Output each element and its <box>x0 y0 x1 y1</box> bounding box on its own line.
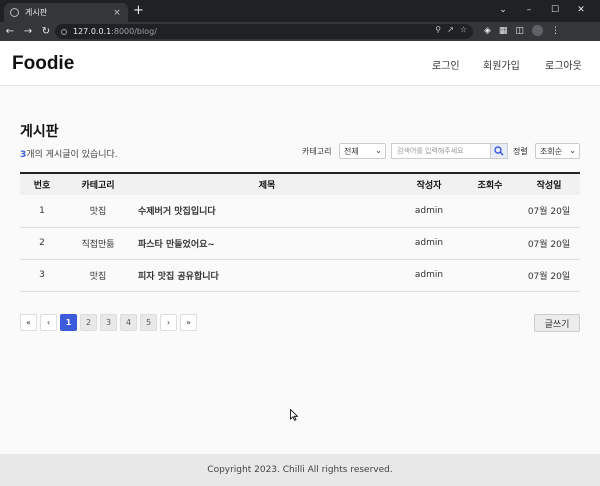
column-header: 번호 <box>20 172 64 195</box>
mouse-cursor-icon <box>290 409 298 421</box>
main-content: 게시판 3개의 게시글이 있습니다. 카테고리 전체 ⌄ 검색어를 입력해주세요… <box>0 86 600 454</box>
row-author: admin <box>396 259 462 292</box>
minimize-button[interactable]: – <box>516 2 542 18</box>
row-number: 2 <box>20 227 64 260</box>
bookmark-star-icon[interactable]: ☆ <box>460 25 467 34</box>
row-date: 07월 20일 <box>518 259 580 292</box>
row-number: 3 <box>20 259 64 292</box>
chevron-down-icon: ⌄ <box>375 146 382 155</box>
maximize-button[interactable]: ☐ <box>542 2 568 18</box>
sort-select[interactable]: 조회순 ⌄ <box>535 143 580 159</box>
close-window-button[interactable]: ✕ <box>568 2 594 18</box>
page-title: 게시판 <box>20 124 59 140</box>
browser-tab[interactable]: 게시판 × <box>4 3 128 22</box>
nav-login-link[interactable]: 로그인 <box>432 57 460 72</box>
post-title-link[interactable]: 수제버거 맛집입니다 <box>132 195 396 228</box>
row-author: admin <box>396 227 462 260</box>
row-views <box>462 195 518 228</box>
row-category: 맛집 <box>64 259 132 292</box>
copyright-text: Copyright 2023. Chilli All rights reserv… <box>207 465 393 475</box>
globe-icon <box>10 8 19 17</box>
row-date: 07월 20일 <box>518 195 580 228</box>
search-button[interactable] <box>490 143 508 159</box>
share-icon[interactable]: ↗ <box>447 25 454 34</box>
nav-signup-link[interactable]: 회원가입 <box>483 57 520 72</box>
category-label: 카테고리 <box>302 147 332 156</box>
sidebar-icon[interactable]: ◫ <box>515 26 524 36</box>
first-page-button[interactable]: « <box>20 314 37 331</box>
new-tab-button[interactable]: + <box>133 4 144 18</box>
back-arrow-icon[interactable]: ← <box>2 26 18 37</box>
table-row[interactable]: 2 직접만듦 파스타 만들었어요~ admin 07월 20일 <box>20 227 580 260</box>
tab-search-icon[interactable]: ⌄ <box>490 2 516 18</box>
post-title-link[interactable]: 파스타 만들었어요~ <box>132 227 396 260</box>
zoom-icon[interactable]: ⚲ <box>435 25 441 34</box>
extension-icon[interactable]: ◈ <box>484 26 491 36</box>
page-5-button[interactable]: 5 <box>140 314 157 331</box>
post-count: 3개의 게시글이 있습니다. <box>20 150 118 160</box>
tab-title: 게시판 <box>25 8 48 17</box>
sort-label: 정렬 <box>513 147 528 156</box>
puzzle-icon[interactable]: ▦ <box>499 26 508 36</box>
window-controls: ⌄ – ☐ ✕ <box>490 2 594 18</box>
row-category: 맛집 <box>64 195 132 228</box>
column-header: 제목 <box>132 172 396 195</box>
column-header: 작성일 <box>518 172 580 195</box>
profile-avatar[interactable] <box>531 25 543 36</box>
forward-arrow-icon[interactable]: → <box>20 26 36 37</box>
prev-page-button[interactable]: ‹ <box>40 314 57 331</box>
browser-toolbar: ← → ↻ 127.0.0.1:8000/blog/ ⚲ ↗ ☆ ◈ ▦ ◫ ⋮ <box>0 22 600 41</box>
site-logo[interactable]: Foodie <box>12 53 74 75</box>
row-author: admin <box>396 195 462 228</box>
category-select[interactable]: 전체 ⌄ <box>339 143 386 159</box>
table-row[interactable]: 1 맛집 수제버거 맛집입니다 admin 07월 20일 <box>20 195 580 228</box>
close-tab-icon[interactable]: × <box>112 8 122 18</box>
pagination: « ‹ 1 2 3 4 5 › » <box>20 314 197 331</box>
browser-tab-bar: 게시판 × + ⌄ – ☐ ✕ <box>0 0 600 22</box>
chevron-down-icon: ⌄ <box>569 146 576 155</box>
address-bar[interactable]: 127.0.0.1:8000/blog/ ⚲ ↗ ☆ <box>55 24 473 39</box>
menu-dots-icon[interactable]: ⋮ <box>551 26 560 36</box>
post-title-link[interactable]: 피자 맛집 공유합니다 <box>132 259 396 292</box>
site-footer: Copyright 2023. Chilli All rights reserv… <box>0 454 600 486</box>
row-number: 1 <box>20 195 64 228</box>
page-4-button[interactable]: 4 <box>120 314 137 331</box>
url-text: 127.0.0.1:8000/blog/ <box>73 27 157 36</box>
site-header: Foodie 로그인 회원가입 로그아웃 <box>0 41 600 86</box>
write-post-button[interactable]: 글쓰기 <box>534 314 580 332</box>
row-date: 07월 20일 <box>518 227 580 260</box>
search-input[interactable]: 검색어를 입력해주세요 <box>391 143 490 159</box>
site-info-icon[interactable] <box>61 28 67 35</box>
page-1-button[interactable]: 1 <box>60 314 77 331</box>
reload-icon[interactable]: ↻ <box>38 26 54 37</box>
column-header: 카테고리 <box>64 172 132 195</box>
page-2-button[interactable]: 2 <box>80 314 97 331</box>
row-views <box>462 259 518 292</box>
page-3-button[interactable]: 3 <box>100 314 117 331</box>
next-page-button[interactable]: › <box>160 314 177 331</box>
table-row[interactable]: 3 맛집 피자 맛집 공유합니다 admin 07월 20일 <box>20 259 580 292</box>
last-page-button[interactable]: » <box>180 314 197 331</box>
row-category: 직접만듦 <box>64 227 132 260</box>
search-icon <box>494 146 504 156</box>
table-header-row: 번호 카테고리 제목 작성자 조회수 작성일 <box>20 172 580 195</box>
nav-logout-link[interactable]: 로그아웃 <box>545 57 582 72</box>
post-table: 번호 카테고리 제목 작성자 조회수 작성일 1 맛집 수제버거 맛집입니다 a… <box>20 172 580 292</box>
column-header: 작성자 <box>396 172 462 195</box>
column-header: 조회수 <box>462 172 518 195</box>
row-views <box>462 227 518 260</box>
